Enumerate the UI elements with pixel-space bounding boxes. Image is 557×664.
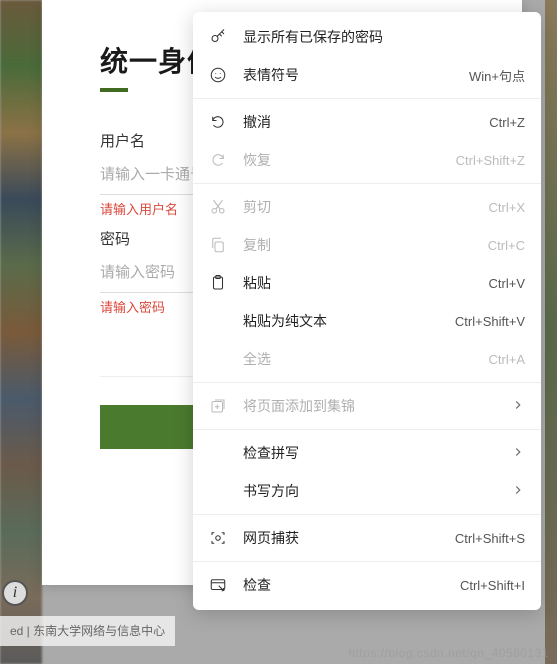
context-menu-label: 显示所有已保存的密码: [243, 27, 525, 47]
watermark: https://blog.csdn.net/qn_40580131: [348, 646, 549, 660]
undo-icon: [207, 111, 229, 133]
title-underline: [100, 88, 128, 92]
key-icon: [207, 26, 229, 48]
blank-icon: [207, 348, 229, 370]
blank-icon: [207, 442, 229, 464]
context-menu-label: 将页面添加到集锦: [243, 396, 511, 416]
capture-icon: [207, 527, 229, 549]
context-menu-label: 撤消: [243, 112, 489, 132]
context-menu-shortcut: Ctrl+Shift+S: [455, 531, 525, 546]
context-menu-label: 复制: [243, 235, 488, 255]
context-menu-item[interactable]: 粘贴为纯文本Ctrl+Shift+V: [193, 302, 541, 340]
copy-icon: [207, 234, 229, 256]
context-menu-label: 检查: [243, 575, 460, 595]
emoji-icon: [207, 64, 229, 86]
context-menu-label: 粘贴: [243, 273, 489, 293]
collections-icon: [207, 395, 229, 417]
context-menu-item[interactable]: 表情符号Win+句点: [193, 56, 541, 94]
context-menu-label: 全选: [243, 349, 489, 369]
chevron-right-icon: [511, 445, 525, 462]
context-menu-separator: [193, 429, 541, 430]
context-menu-label: 粘贴为纯文本: [243, 311, 455, 331]
context-menu-shortcut: Ctrl+A: [489, 352, 525, 367]
context-menu-label: 剪切: [243, 197, 489, 217]
blank-icon: [207, 480, 229, 502]
chevron-right-icon: [511, 483, 525, 500]
footer-text: ed | 东南大学网络与信息中心: [0, 616, 175, 646]
context-menu-label: 表情符号: [243, 65, 469, 85]
context-menu-label: 网页捕获: [243, 528, 455, 548]
context-menu-shortcut: Ctrl+C: [488, 238, 525, 253]
context-menu-shortcut: Ctrl+Z: [489, 115, 525, 130]
context-menu-item: 剪切Ctrl+X: [193, 188, 541, 226]
context-menu-separator: [193, 514, 541, 515]
redo-icon: [207, 149, 229, 171]
inspect-icon: [207, 574, 229, 596]
context-menu-item: 恢复Ctrl+Shift+Z: [193, 141, 541, 179]
paste-icon: [207, 272, 229, 294]
context-menu-separator: [193, 561, 541, 562]
context-menu: 显示所有已保存的密码表情符号Win+句点撤消Ctrl+Z恢复Ctrl+Shift…: [193, 12, 541, 610]
context-menu-item[interactable]: 书写方向: [193, 472, 541, 510]
context-menu-separator: [193, 98, 541, 99]
blank-icon: [207, 310, 229, 332]
context-menu-label: 恢复: [243, 150, 456, 170]
context-menu-item: 复制Ctrl+C: [193, 226, 541, 264]
context-menu-item[interactable]: 粘贴Ctrl+V: [193, 264, 541, 302]
context-menu-item[interactable]: 网页捕获Ctrl+Shift+S: [193, 519, 541, 557]
context-menu-shortcut: Win+句点: [469, 66, 525, 85]
cut-icon: [207, 196, 229, 218]
context-menu-shortcut: Ctrl+Shift+Z: [456, 153, 525, 168]
context-menu-item[interactable]: 检查Ctrl+Shift+I: [193, 566, 541, 604]
context-menu-separator: [193, 183, 541, 184]
context-menu-label: 书写方向: [243, 481, 511, 501]
context-menu-item: 将页面添加到集锦: [193, 387, 541, 425]
context-menu-item[interactable]: 撤消Ctrl+Z: [193, 103, 541, 141]
context-menu-shortcut: Ctrl+X: [489, 200, 525, 215]
chevron-right-icon: [511, 398, 525, 415]
context-menu-separator: [193, 382, 541, 383]
context-menu-shortcut: Ctrl+Shift+I: [460, 578, 525, 593]
context-menu-item: 全选Ctrl+A: [193, 340, 541, 378]
info-icon[interactable]: i: [2, 580, 28, 606]
context-menu-item[interactable]: 显示所有已保存的密码: [193, 18, 541, 56]
context-menu-label: 检查拼写: [243, 443, 511, 463]
context-menu-item[interactable]: 检查拼写: [193, 434, 541, 472]
background-right-strip: [545, 0, 557, 664]
background-left-strip: [0, 0, 42, 664]
context-menu-shortcut: Ctrl+Shift+V: [455, 314, 525, 329]
context-menu-shortcut: Ctrl+V: [489, 276, 525, 291]
